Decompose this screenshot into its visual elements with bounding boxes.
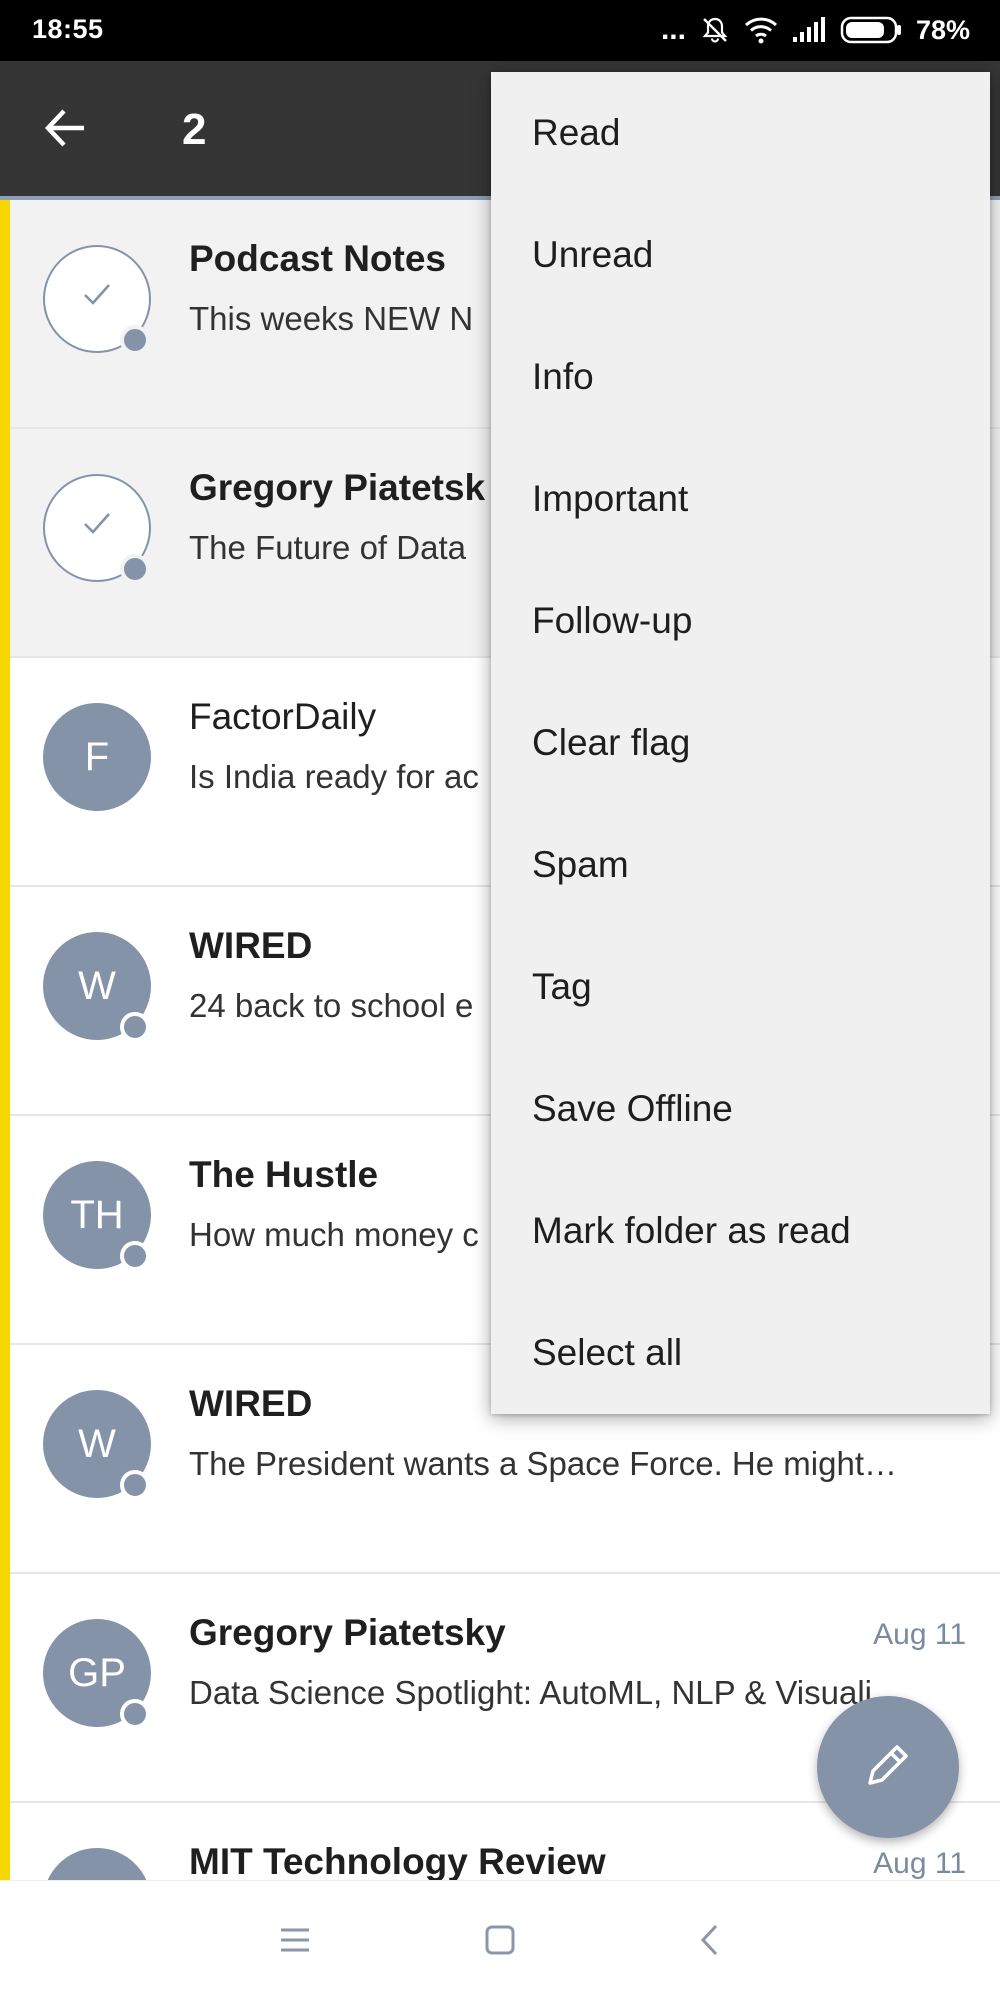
more-notifications-icon: ...: [660, 13, 686, 46]
email-sender: WIRED: [189, 925, 313, 966]
home-square-icon: [484, 1924, 516, 1961]
menu-item-clear-flag[interactable]: Clear flag: [491, 682, 990, 804]
unread-dot-icon: [120, 1241, 150, 1271]
bell-muted-icon: [700, 15, 730, 45]
avatar-initials: TH: [70, 1192, 124, 1237]
sender-avatar[interactable]: F: [43, 703, 151, 811]
email-snippet: The President wants a Space Force. He mi…: [189, 1445, 897, 1482]
avatar-initials: W: [78, 963, 116, 1008]
unread-dot-icon: [120, 1470, 150, 1500]
menu-item-info[interactable]: Info: [491, 316, 990, 438]
email-sender: Podcast Notes: [189, 238, 447, 279]
email-sender: WIRED: [189, 1383, 313, 1424]
email-date: Aug 11: [873, 1847, 966, 1880]
email-date: Aug 11: [873, 1618, 966, 1651]
menu-item-select-all[interactable]: Select all: [491, 1292, 990, 1414]
unread-dot-icon: [120, 1012, 150, 1042]
avatar-initials: GP: [68, 1650, 126, 1695]
email-sender: Gregory Piatetsk: [189, 467, 486, 508]
signal-icon: [792, 17, 826, 43]
compose-button[interactable]: [817, 1696, 959, 1838]
checkmark-icon: [77, 503, 117, 553]
status-bar: 18:55 ... 78%: [0, 0, 1000, 61]
unread-dot-icon: [120, 1699, 150, 1729]
overflow-menu: Read Unread Info Important Follow-up Clear fl…: [491, 72, 990, 1414]
unread-dot-icon: [120, 325, 150, 355]
menu-item-tag[interactable]: Tag: [491, 926, 990, 1048]
status-icons: ... 78%: [661, 12, 970, 48]
battery-percent: 78%: [915, 14, 970, 45]
home-nav-button[interactable]: [470, 1917, 530, 1967]
wifi-icon: [744, 16, 778, 44]
menu-icon: [279, 1926, 311, 1959]
pencil-icon: [860, 1737, 916, 1798]
back-chevron-icon: [698, 1923, 722, 1962]
email-sender: MIT Technology Review: [189, 1841, 606, 1880]
menu-item-mark-folder-as-read[interactable]: Mark folder as read: [491, 1170, 990, 1292]
unread-dot-icon: [120, 554, 150, 584]
back-nav-button[interactable]: [680, 1917, 740, 1967]
sender-avatar[interactable]: [43, 1848, 151, 1880]
battery-icon: [840, 15, 902, 45]
menu-item-save-offline[interactable]: Save Offline: [491, 1048, 990, 1170]
menu-item-spam[interactable]: Spam: [491, 804, 990, 926]
menu-item-read[interactable]: Read: [491, 72, 990, 194]
system-nav-bar: [0, 1880, 1000, 2000]
checkmark-icon: [77, 274, 117, 324]
menu-item-important[interactable]: Important: [491, 438, 990, 560]
avatar-initials: F: [84, 734, 110, 779]
folder-accent-bar: [0, 200, 10, 1880]
avatar-initials: W: [78, 1421, 116, 1466]
menu-nav-button[interactable]: [265, 1917, 325, 1967]
email-sender: Gregory Piatetsky: [189, 1612, 506, 1653]
arrow-left-icon: [44, 106, 88, 155]
menu-item-unread[interactable]: Unread: [491, 194, 990, 316]
status-time: 18:55: [32, 14, 104, 44]
email-sender: The Hustle: [189, 1154, 379, 1195]
email-sender: FactorDaily: [189, 696, 377, 737]
back-button[interactable]: [34, 98, 98, 162]
selected-count: 2: [182, 105, 207, 154]
menu-item-follow-up[interactable]: Follow-up: [491, 560, 990, 682]
